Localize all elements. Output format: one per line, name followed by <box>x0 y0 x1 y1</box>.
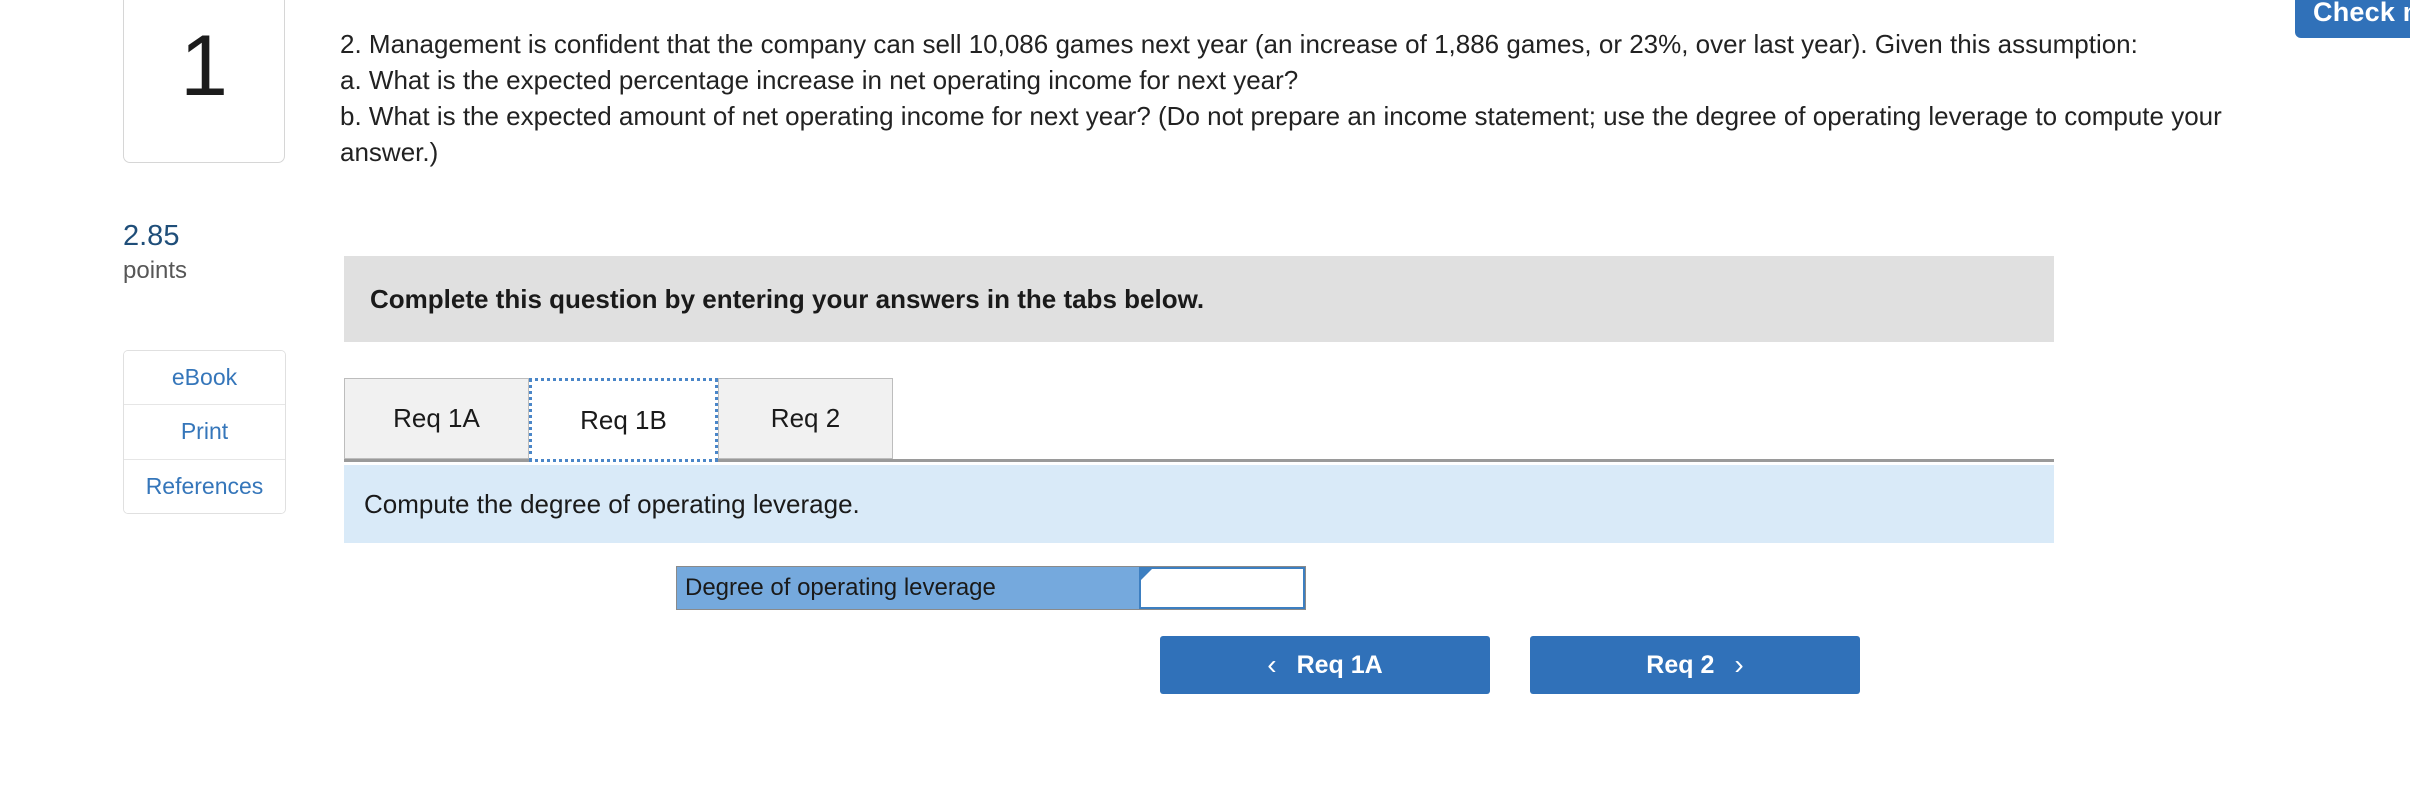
question-sidebar: 1 2.85 points eBook Print References <box>0 0 330 792</box>
question-content: 2. Management is confident that the comp… <box>330 0 2410 792</box>
tab-req-1a-label: Req 1A <box>393 403 480 433</box>
next-requirement-label: Req 2 <box>1646 650 1715 679</box>
references-button[interactable]: References <box>124 459 285 513</box>
points-value: 2.85 <box>123 220 180 252</box>
question-number: 1 <box>180 17 228 114</box>
question-prompt: 2. Management is confident that the comp… <box>340 26 2240 170</box>
next-requirement-button[interactable]: Req 2 › <box>1530 636 1860 694</box>
instruction-banner-text: Complete this question by entering your … <box>370 283 1205 314</box>
question-line-b: b. What is the expected amount of net op… <box>340 101 2222 167</box>
chevron-right-icon: › <box>1734 649 1744 680</box>
tab-req-1b-label: Req 1B <box>580 404 667 435</box>
resource-button-group: eBook Print References <box>123 350 286 514</box>
tab-req-1a[interactable]: Req 1A <box>344 378 529 459</box>
requirement-instruction-text: Compute the degree of operating leverage… <box>364 488 860 519</box>
print-button[interactable]: Print <box>124 405 285 460</box>
points-label: points <box>123 257 188 284</box>
tab-req-2-label: Req 2 <box>770 403 841 433</box>
tab-req-2[interactable]: Req 2 <box>718 378 893 459</box>
answer-row-label: Degree of operating leverage <box>677 567 1139 609</box>
requirement-tab-strip: Req 1A Req 1B Req 2 <box>344 378 2054 462</box>
previous-requirement-label: Req 1A <box>1296 650 1383 679</box>
question-line-a: a. What is the expected percentage incre… <box>340 65 1299 95</box>
question-line-2: 2. Management is confident that the comp… <box>340 29 2138 59</box>
chevron-left-icon: ‹ <box>1267 649 1277 680</box>
answer-input-cell[interactable] <box>1139 567 1305 609</box>
instruction-banner: Complete this question by entering your … <box>344 256 2054 342</box>
requirement-instruction-panel: Compute the degree of operating leverage… <box>344 465 2054 543</box>
tab-req-1b[interactable]: Req 1B <box>529 378 718 462</box>
answer-row: Degree of operating leverage <box>676 566 1306 610</box>
degree-of-operating-leverage-input[interactable] <box>1141 569 1303 607</box>
ebook-button[interactable]: eBook <box>124 351 285 406</box>
question-number-card: 1 <box>123 0 285 163</box>
previous-requirement-button[interactable]: ‹ Req 1A <box>1160 636 1490 694</box>
